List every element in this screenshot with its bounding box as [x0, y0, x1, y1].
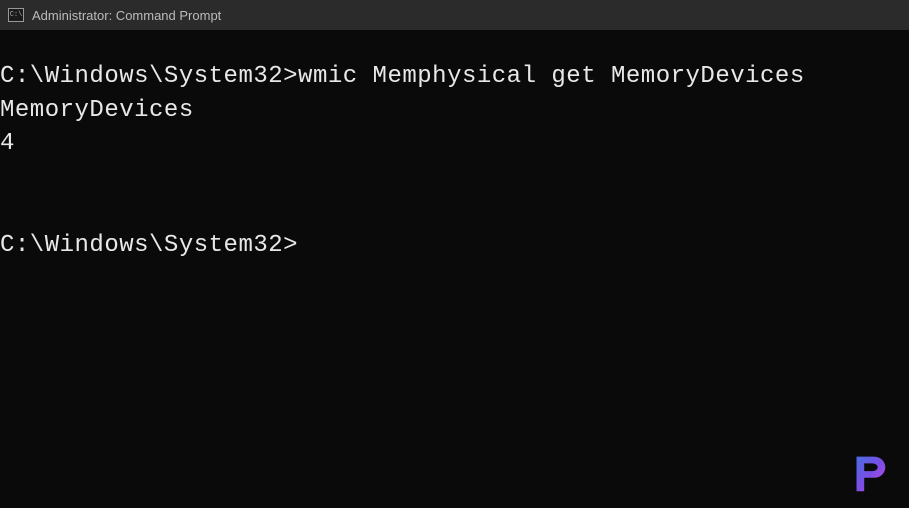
- blank-line: [0, 161, 909, 195]
- output-value: 4: [0, 127, 909, 161]
- prompt: C:\Windows\System32>: [0, 63, 298, 90]
- terminal-line: C:\Windows\System32>: [0, 229, 909, 263]
- prompt: C:\Windows\System32>: [0, 232, 298, 259]
- terminal-line: C:\Windows\System32>wmic Memphysical get…: [0, 60, 909, 94]
- output-header: MemoryDevices: [0, 94, 909, 128]
- blank-line: [0, 195, 909, 229]
- p-logo-icon: [845, 449, 893, 497]
- command-text: wmic Memphysical get MemoryDevices: [298, 63, 805, 90]
- cmd-icon-label: C:\: [10, 12, 23, 19]
- watermark-logo: [844, 448, 894, 498]
- cmd-icon: C:\: [8, 8, 24, 22]
- window-titlebar: C:\ Administrator: Command Prompt: [0, 0, 909, 30]
- terminal-output[interactable]: C:\Windows\System32>wmic Memphysical get…: [0, 30, 909, 262]
- window-title: Administrator: Command Prompt: [32, 8, 221, 23]
